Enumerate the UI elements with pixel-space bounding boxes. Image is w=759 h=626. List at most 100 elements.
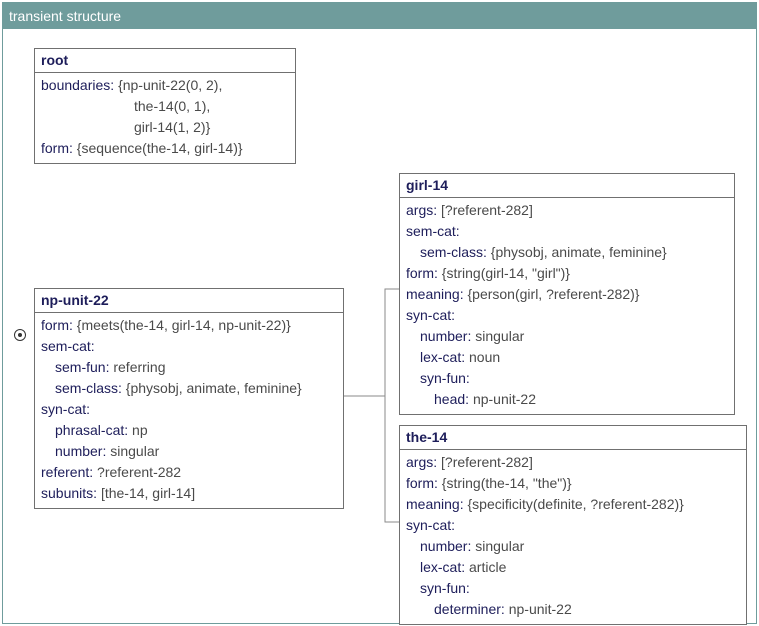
feature-value: {meets(the-14, girl-14, np-unit-22)}: [76, 317, 291, 333]
feature-label: syn-cat:: [406, 307, 456, 323]
feature-head: head: np-unit-22: [406, 389, 728, 410]
feature-args: args: [?referent-282]: [406, 452, 740, 473]
feature-value: singular: [475, 538, 525, 554]
unit-girl-14[interactable]: girl-14 args: [?referent-282] sem-cat: s…: [399, 173, 735, 415]
feature-syn-cat: syn-cat:: [406, 515, 740, 536]
feature-value: [the-14, girl-14]: [100, 485, 196, 501]
feature-label: syn-cat:: [41, 401, 91, 417]
feature-label: number:: [420, 328, 472, 344]
unit-np-unit-22[interactable]: np-unit-22 form: {meets(the-14, girl-14,…: [34, 288, 344, 509]
feature-label: number:: [55, 443, 107, 459]
feature-referent: referent: ?referent-282: [41, 462, 337, 483]
feature-label: syn-fun:: [420, 370, 470, 386]
unit-name-root[interactable]: root: [35, 49, 295, 73]
feature-label: syn-fun:: [420, 580, 470, 596]
feature-label: sem-fun:: [55, 359, 110, 375]
transient-structure-panel: transient structure root boundaries: {np…: [2, 2, 757, 625]
feature-value: the-14(0, 1),: [134, 98, 211, 114]
feature-value: {person(girl, ?referent-282)}: [467, 286, 640, 302]
feature-label: syn-cat:: [406, 517, 456, 533]
feature-label: form:: [41, 317, 73, 333]
feature-label: form:: [406, 475, 438, 491]
feature-value: np-unit-22: [472, 391, 536, 407]
feature-value: article: [469, 559, 507, 575]
feature-meaning: meaning: {person(girl, ?referent-282)}: [406, 284, 728, 305]
feature-form: form: {string(the-14, "the")}: [406, 473, 740, 494]
feature-boundaries: boundaries: {np-unit-22(0, 2),: [41, 75, 289, 96]
feature-phrasal-cat: phrasal-cat: np: [41, 420, 337, 441]
feature-syn-cat: syn-cat:: [41, 399, 337, 420]
feature-value: np: [132, 422, 148, 438]
feature-label: args:: [406, 202, 438, 218]
feature-sem-class: sem-class: {physobj, animate, feminine}: [406, 242, 728, 263]
feature-syn-fun: syn-fun:: [406, 578, 740, 599]
unit-the-14[interactable]: the-14 args: [?referent-282] form: {stri…: [399, 425, 747, 625]
feature-lex-cat: lex-cat: article: [406, 557, 740, 578]
feature-label: sem-class:: [55, 380, 122, 396]
feature-value: girl-14(1, 2)}: [134, 119, 211, 135]
unit-name-girl-14[interactable]: girl-14: [400, 174, 734, 198]
feature-value: [?referent-282]: [441, 202, 533, 218]
unit-name-np-unit-22[interactable]: np-unit-22: [35, 289, 343, 313]
feature-value: {sequence(the-14, girl-14)}: [76, 140, 243, 156]
feature-value: referring: [113, 359, 166, 375]
feature-form: form: {sequence(the-14, girl-14)}: [41, 138, 289, 159]
feature-label: subunits:: [41, 485, 98, 501]
feature-syn-fun: syn-fun:: [406, 368, 728, 389]
feature-label: head:: [434, 391, 470, 407]
feature-form: form: {meets(the-14, girl-14, np-unit-22…: [41, 315, 337, 336]
feature-label: sem-cat:: [406, 223, 460, 239]
feature-syn-cat: syn-cat:: [406, 305, 728, 326]
feature-sem-class: sem-class: {physobj, animate, feminine}: [41, 378, 337, 399]
feature-value: {np-unit-22(0, 2),: [118, 77, 223, 93]
unit-body-np-unit-22: form: {meets(the-14, girl-14, np-unit-22…: [35, 313, 343, 508]
feature-sem-cat: sem-cat:: [406, 221, 728, 242]
feature-value: ?referent-282: [97, 464, 182, 480]
expand-toggle-icon[interactable]: [14, 329, 26, 341]
feature-value: {physobj, animate, feminine}: [490, 244, 667, 260]
feature-args: args: [?referent-282]: [406, 200, 728, 221]
feature-label: form:: [406, 265, 438, 281]
feature-value: {string(girl-14, "girl")}: [441, 265, 570, 281]
feature-label: sem-cat:: [41, 338, 95, 354]
feature-label: meaning:: [406, 496, 464, 512]
feature-label: number:: [420, 538, 472, 554]
feature-sem-cat: sem-cat:: [41, 336, 337, 357]
feature-value: singular: [475, 328, 525, 344]
feature-label: meaning:: [406, 286, 464, 302]
feature-boundaries-cont: the-14(0, 1),: [41, 96, 289, 117]
feature-label: args:: [406, 454, 438, 470]
feature-boundaries-cont: girl-14(1, 2)}: [41, 117, 289, 138]
unit-body-girl-14: args: [?referent-282] sem-cat: sem-class…: [400, 198, 734, 414]
feature-value: np-unit-22: [508, 601, 572, 617]
unit-body-the-14: args: [?referent-282] form: {string(the-…: [400, 450, 746, 624]
feature-label: determiner:: [434, 601, 505, 617]
unit-name-the-14[interactable]: the-14: [400, 426, 746, 450]
feature-label: referent:: [41, 464, 94, 480]
feature-value: singular: [110, 443, 160, 459]
feature-number: number: singular: [41, 441, 337, 462]
connector-np-to-the: [384, 396, 399, 523]
feature-sem-fun: sem-fun: referring: [41, 357, 337, 378]
feature-form: form: {string(girl-14, "girl")}: [406, 263, 728, 284]
feature-label: form:: [41, 140, 73, 156]
feature-number: number: singular: [406, 536, 740, 557]
feature-label: lex-cat:: [420, 559, 466, 575]
unit-body-root: boundaries: {np-unit-22(0, 2), the-14(0,…: [35, 73, 295, 163]
feature-value: {physobj, animate, feminine}: [125, 380, 302, 396]
feature-value: [?referent-282]: [441, 454, 533, 470]
feature-label: sem-class:: [420, 244, 487, 260]
feature-value: noun: [469, 349, 501, 365]
feature-label: phrasal-cat:: [55, 422, 129, 438]
unit-root[interactable]: root boundaries: {np-unit-22(0, 2), the-…: [34, 48, 296, 164]
feature-meaning: meaning: {specificity(definite, ?referen…: [406, 494, 740, 515]
feature-value: {specificity(definite, ?referent-282)}: [467, 496, 684, 512]
feature-number: number: singular: [406, 326, 728, 347]
feature-label: boundaries:: [41, 77, 115, 93]
feature-determiner: determiner: np-unit-22: [406, 599, 740, 620]
feature-label: lex-cat:: [420, 349, 466, 365]
feature-value: {string(the-14, "the")}: [441, 475, 572, 491]
feature-lex-cat: lex-cat: noun: [406, 347, 728, 368]
feature-subunits: subunits: [the-14, girl-14]: [41, 483, 337, 504]
connector-np-to-girl: [335, 288, 399, 397]
